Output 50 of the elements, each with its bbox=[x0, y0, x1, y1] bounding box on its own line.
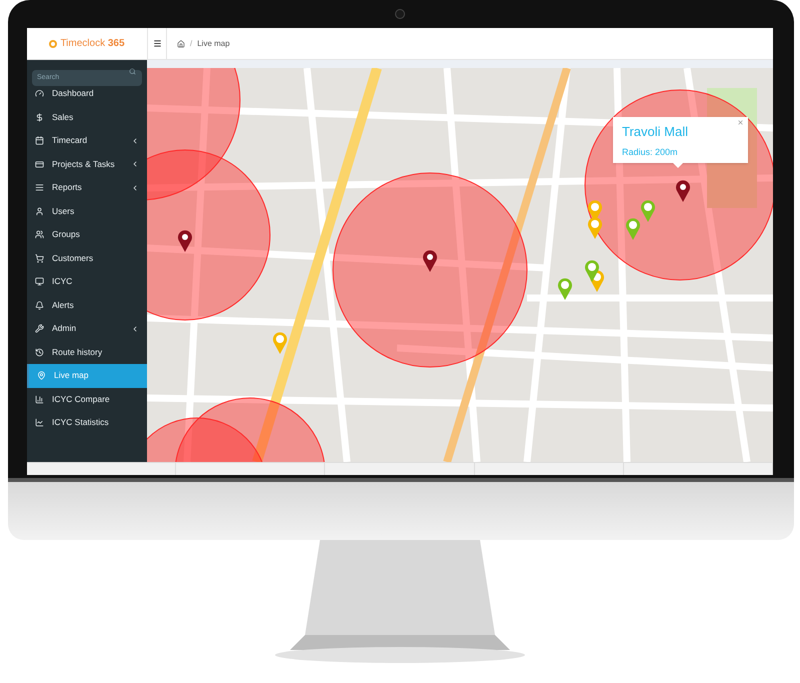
cart-icon bbox=[35, 254, 44, 263]
sidebar-item[interactable]: Alerts bbox=[27, 294, 147, 317]
map-pin-icon[interactable] bbox=[273, 332, 287, 354]
list-icon bbox=[35, 183, 44, 192]
dashboard-icon bbox=[35, 89, 44, 98]
map-pin-icon[interactable] bbox=[626, 218, 640, 240]
sidebar-item[interactable]: Customers bbox=[27, 246, 147, 270]
popup-pointer-icon bbox=[673, 163, 683, 168]
search-icon[interactable] bbox=[129, 68, 136, 74]
menu-button[interactable] bbox=[147, 28, 167, 59]
line-chart-icon bbox=[35, 418, 44, 428]
map-pin-icon[interactable] bbox=[558, 278, 572, 300]
monitor-icon bbox=[35, 277, 44, 286]
user-icon bbox=[35, 206, 44, 216]
map-pin-icon[interactable] bbox=[588, 217, 602, 239]
popup-radius: Radius: 200m bbox=[622, 146, 679, 158]
sidebar-item[interactable]: Users bbox=[27, 200, 147, 223]
breadcrumb-current: Live map bbox=[197, 38, 230, 50]
calendar-icon bbox=[35, 136, 44, 146]
wrench-icon bbox=[35, 324, 44, 334]
dollar-icon bbox=[35, 112, 44, 122]
map-pin-icon bbox=[37, 371, 46, 380]
sidebar-item[interactable]: Projects & Tasks bbox=[27, 152, 147, 176]
sidebar-item[interactable]: Admin bbox=[27, 317, 147, 340]
users-icon bbox=[35, 230, 44, 240]
menu-icon bbox=[152, 39, 162, 48]
sidebar-item[interactable]: Reports bbox=[27, 176, 147, 200]
person-pin-icon[interactable] bbox=[423, 250, 437, 272]
bell-icon bbox=[35, 300, 44, 310]
sidebar-item[interactable]: Groups bbox=[27, 223, 147, 246]
sidebar-item[interactable]: ICYC Compare bbox=[27, 388, 147, 411]
breadcrumb-separator: / bbox=[190, 38, 192, 50]
card-icon bbox=[35, 160, 44, 169]
person-pin-icon[interactable] bbox=[178, 230, 192, 252]
map-pin-icon[interactable] bbox=[585, 260, 599, 282]
history-icon bbox=[35, 348, 44, 357]
sidebar-item[interactable]: ICYC Statistics bbox=[27, 411, 147, 434]
logo-icon bbox=[49, 40, 58, 48]
camera-icon bbox=[395, 9, 405, 19]
sidebar-item[interactable]: Route history bbox=[27, 340, 147, 364]
sidebar-item[interactable]: Timecard bbox=[27, 129, 147, 152]
popup-title: Travoli Mall bbox=[622, 123, 689, 141]
person-pin-icon[interactable] bbox=[676, 180, 690, 202]
bar-chart-icon bbox=[35, 394, 44, 404]
close-button[interactable] bbox=[737, 119, 744, 126]
home-icon[interactable] bbox=[177, 40, 185, 48]
app-logo: Timeclock 365 bbox=[60, 37, 125, 51]
sidebar-item[interactable]: ICYC bbox=[27, 270, 147, 294]
sidebar-item[interactable]: Sales bbox=[27, 106, 147, 129]
map-pin-icon[interactable] bbox=[641, 200, 655, 222]
